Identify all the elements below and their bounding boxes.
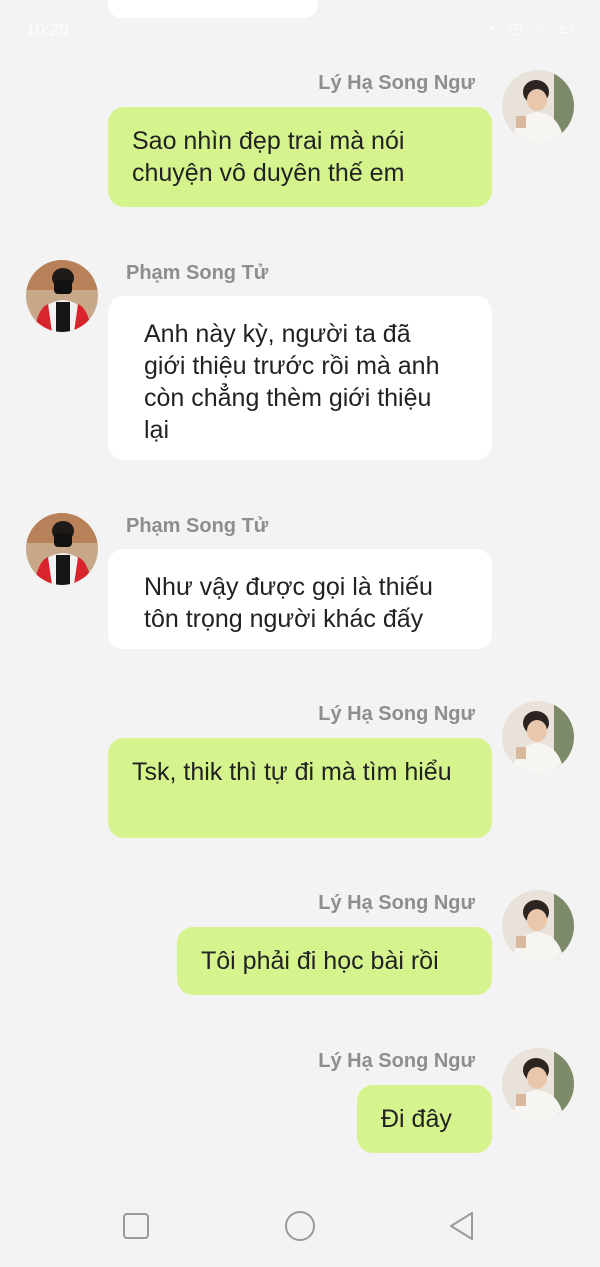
- sender-name: Lý Hạ Song Ngư: [318, 1050, 475, 1072]
- wifi-icon: ◔: [486, 21, 501, 38]
- avatar-song-ngu[interactable]: [502, 70, 574, 142]
- sender-name: Lý Hạ Song Ngư: [318, 892, 475, 914]
- status-icons: ◔ ◷ ∩ ▭: [486, 19, 578, 39]
- back-icon[interactable]: [446, 1210, 478, 1242]
- battery-icon: ▭: [558, 21, 578, 38]
- message-bubble[interactable]: Tsk, thik thì tự đi mà tìm hiểu: [108, 738, 492, 838]
- navigation-bar: [0, 1185, 600, 1267]
- sender-name: Lý Hạ Song Ngư: [318, 703, 475, 725]
- message-bubble[interactable]: Sao nhìn đẹp trai mà nói chuyện vô duyên…: [108, 107, 492, 207]
- sender-name: Phạm Song Tử: [126, 262, 269, 284]
- home-icon[interactable]: [284, 1210, 316, 1242]
- message-bubble[interactable]: Anh này kỳ, người ta đã giới thiệu trước…: [108, 296, 492, 460]
- avatar-song-tu[interactable]: [26, 260, 98, 332]
- sender-name: Phạm Song Tử: [126, 515, 269, 537]
- message-bubble[interactable]: Đi đây: [357, 1085, 492, 1153]
- avatar-song-tu[interactable]: [26, 513, 98, 585]
- headphones-icon: ∩: [534, 21, 551, 38]
- message-bubble[interactable]: Như vậy được gọi là thiếu tôn trọng ngườ…: [108, 549, 492, 649]
- avatar-song-ngu[interactable]: [502, 890, 574, 962]
- recent-apps-icon[interactable]: [120, 1210, 152, 1242]
- avatar-song-ngu[interactable]: [502, 701, 574, 773]
- previous-message-bubble: [108, 0, 318, 18]
- status-time: 10:29: [26, 20, 69, 39]
- message-bubble[interactable]: Tôi phải đi học bài rồi: [177, 927, 492, 995]
- sender-name: Lý Hạ Song Ngư: [318, 72, 475, 94]
- alarm-icon: ◷: [508, 21, 527, 38]
- avatar-song-ngu[interactable]: [502, 1048, 574, 1120]
